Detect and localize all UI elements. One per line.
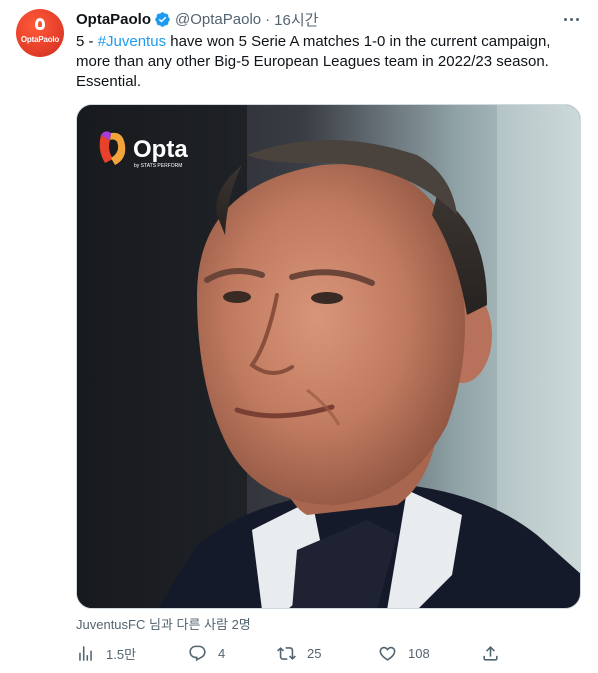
tweet-text-prefix: 5 -	[76, 33, 98, 50]
header-separator: ·	[265, 10, 271, 28]
reply-count: 4	[218, 645, 226, 661]
retweet-icon	[277, 646, 296, 660]
coach-portrait-image: Opta by STATS PERFORM	[77, 105, 580, 608]
tweet-text-line-1: 5 - #Juventus have won 5 Serie A matches…	[76, 32, 581, 52]
like-count: 108	[408, 645, 430, 661]
tweet: OptaPaolo OptaPaolo @OptaPaolo · 16시간 5 …	[0, 0, 598, 673]
author-name[interactable]: OptaPaolo	[76, 11, 151, 28]
author-handle[interactable]: @OptaPaolo	[175, 11, 261, 28]
verified-badge-icon	[155, 11, 170, 27]
views-count: 1.5만	[106, 646, 137, 662]
opta-media-logo-name: Opta	[133, 136, 188, 163]
tweet-text-line-1-rest: have won 5 Serie A matches 1-0 in the cu…	[166, 33, 551, 50]
retweet-button[interactable]: 25	[277, 640, 321, 666]
tweet-actions: 1.5만 4 25 108	[76, 640, 506, 666]
tweet-time[interactable]: 16시간	[274, 9, 318, 30]
like-button[interactable]: 108	[378, 640, 430, 666]
reply-icon	[189, 645, 206, 661]
opta-media-logo-sub: by STATS PERFORM	[134, 163, 182, 169]
tweet-header: OptaPaolo @OptaPaolo · 16시간	[76, 9, 318, 29]
hashtag-link[interactable]: #Juventus	[98, 33, 166, 50]
views-button[interactable]: 1.5만	[76, 640, 136, 666]
tweet-text-line-2: more than any other Big-5 European Leagu…	[76, 53, 549, 70]
tweet-photo[interactable]: Opta by STATS PERFORM	[76, 104, 581, 609]
share-icon	[483, 645, 498, 661]
tweet-text: 5 - #Juventus have won 5 Serie A matches…	[76, 32, 581, 92]
like-icon	[379, 646, 396, 661]
tagged-users-link[interactable]: JuventusFC 님과 다른 사람 2명	[76, 614, 251, 633]
share-button[interactable]	[481, 640, 500, 666]
views-icon	[79, 645, 92, 661]
tweet-text-line-3: Essential.	[76, 73, 142, 90]
reply-button[interactable]: 4	[188, 640, 225, 666]
opta-logo-icon	[35, 18, 45, 30]
retweet-count: 25	[307, 645, 322, 661]
avatar[interactable]: OptaPaolo	[16, 9, 64, 57]
avatar-logo-text: OptaPaolo	[20, 35, 60, 44]
more-icon[interactable]	[556, 7, 586, 31]
